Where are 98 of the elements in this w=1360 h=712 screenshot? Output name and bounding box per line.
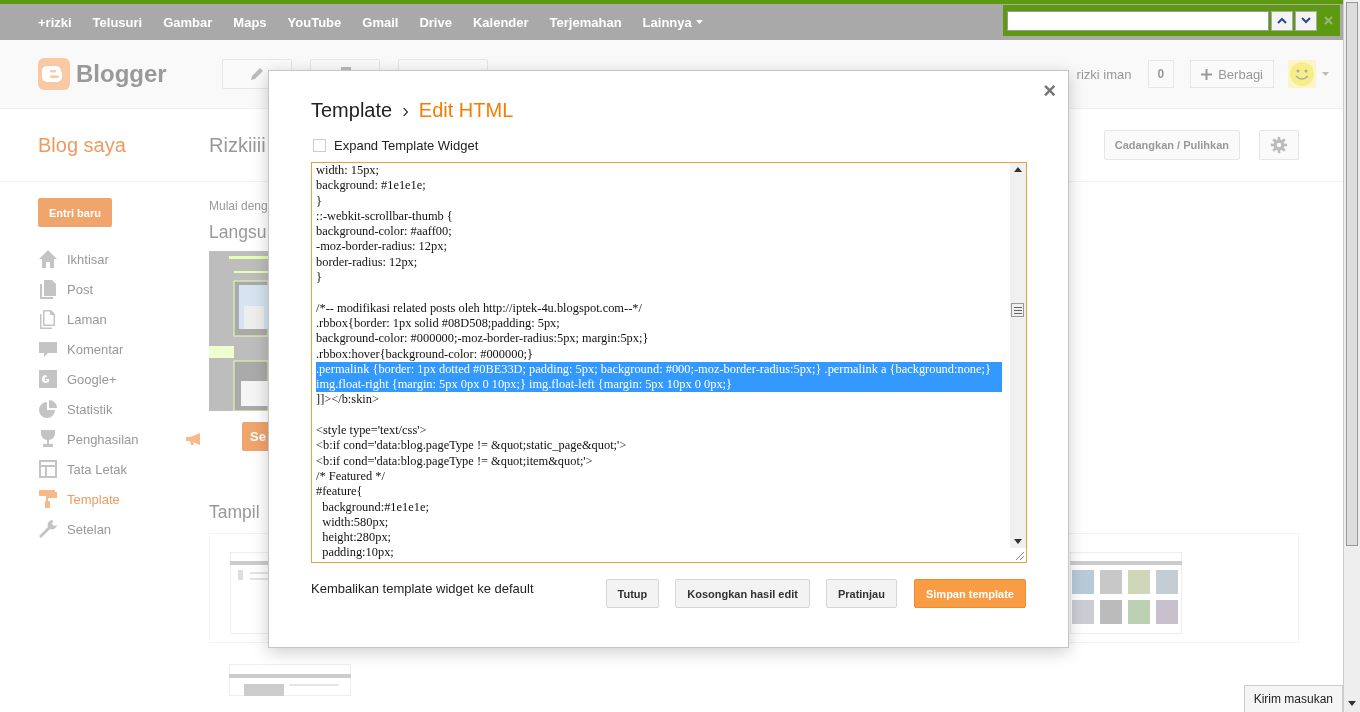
comment-icon — [38, 339, 58, 359]
blog-list-title[interactable]: Blog saya — [38, 133, 209, 157]
find-field[interactable] — [1007, 10, 1269, 31]
wrench-icon — [38, 519, 58, 539]
notification-count[interactable]: 0 — [1147, 60, 1175, 88]
close-icon[interactable] — [1324, 16, 1333, 25]
code-line: background-color: #000000;-moz-border-radius:5px; margin:5px;} — [316, 331, 650, 347]
arrow-up-icon[interactable] — [1014, 167, 1022, 172]
sidebar-item[interactable]: Statistik — [67, 401, 113, 417]
google-bar-link[interactable]: Kalender — [472, 14, 529, 30]
scrollbar[interactable] — [1010, 163, 1026, 548]
dialog-button[interactable]: Kosongkan hasil edit — [675, 579, 810, 608]
caret-icon[interactable] — [1322, 72, 1329, 76]
google-bar-link[interactable]: Gmail — [362, 14, 399, 30]
google-bar-link[interactable]: YouTube — [287, 14, 342, 30]
user-name[interactable]: rizki iman — [1076, 66, 1132, 82]
code-line: } — [316, 270, 323, 286]
code-line: background: #1e1e1e; — [316, 178, 427, 194]
sidebar-item[interactable]: Template — [67, 491, 120, 507]
save-button[interactable]: Simpan template — [913, 579, 1026, 608]
settings-button[interactable] — [1259, 130, 1299, 160]
layout-icon — [38, 459, 58, 479]
settings-icon — [1270, 135, 1288, 155]
sidebar-item[interactable]: Laman — [67, 311, 107, 327]
section-heading: Langsu — [209, 222, 267, 243]
google-bar-link[interactable]: +rizki — [38, 14, 72, 30]
breadcrumb-separator: › — [402, 99, 409, 122]
code-line: padding:10px; — [321, 545, 395, 561]
code-line: background:#1e1e1e; — [321, 499, 430, 515]
code-line: /* Featured */ — [316, 468, 386, 485]
code-line: width:580px; — [321, 514, 390, 531]
arrow-down-icon[interactable] — [1348, 701, 1356, 706]
google-bar-link[interactable]: Maps — [233, 14, 267, 30]
sidebar-item[interactable]: Setelan — [67, 521, 112, 537]
resize-grip-icon[interactable] — [1015, 551, 1024, 560]
section-heading: Tampil — [209, 502, 260, 523]
code-line: /*-- modifikasi related posts oleh http://iptek-4u.blogspot.com--*/ — [316, 300, 643, 316]
google-bar-link[interactable]: Terjemahan — [549, 14, 622, 30]
sidebar-item[interactable]: Google+ — [67, 371, 117, 387]
code-line: width: 15px; — [316, 163, 380, 179]
pie-chart-icon — [38, 399, 58, 419]
code-line: ]]></b:skin> — [316, 392, 380, 408]
smiley-avatar-icon[interactable] — [1288, 60, 1316, 88]
share-button[interactable]: Berbagi — [1190, 60, 1274, 88]
dialog-button[interactable]: Tutup — [605, 579, 660, 608]
more-menu[interactable]: Lainnya — [642, 14, 703, 30]
checkbox-label[interactable]: Expand Template Widget — [334, 138, 479, 153]
next-button[interactable] — [1295, 10, 1317, 31]
dialog-title: Edit HTML — [418, 99, 514, 122]
home-icon — [38, 249, 58, 269]
megaphone-icon — [185, 433, 202, 445]
chevron-up-icon — [1277, 17, 1287, 24]
reset-link[interactable]: Kembalikan template widget ke default — [311, 579, 534, 596]
page-icon — [38, 309, 58, 329]
previous-button[interactable] — [1271, 10, 1293, 31]
intro-text: Mulai deng — [209, 199, 268, 213]
google-bar-link[interactable]: Telusuri — [92, 14, 143, 30]
paint-roller-icon — [38, 489, 58, 509]
code-line: } — [316, 193, 323, 209]
scrollbar[interactable] — [1343, 0, 1360, 712]
backup-restore-button[interactable]: Cadangkan / Pulihkan — [1103, 130, 1240, 160]
sidebar-item[interactable]: Komentar — [67, 341, 124, 357]
code-line: height:280px; — [321, 530, 393, 546]
new-post-button[interactable]: Entri baru — [38, 198, 112, 227]
sidebar-item[interactable]: Tata Letak — [67, 461, 127, 477]
checkbox[interactable] — [313, 139, 326, 152]
google-bar-link[interactable]: Gambar — [163, 14, 213, 30]
code-line: -moz-border-radius: 12px; — [316, 239, 448, 255]
code-line: <b:if cond='data:blog.pageType != &quot;item&quot;'> — [316, 453, 594, 469]
code-line: .rbbox{border: 1px solid #08D508;padding: 5px; — [316, 315, 561, 332]
blogger-logo-text: Blogger — [76, 60, 167, 88]
blog-name: Rizkiiii — [209, 133, 266, 157]
feedback-button[interactable]: Kirim masukan — [1243, 685, 1343, 712]
scrollbar-thumb[interactable] — [1346, 2, 1358, 546]
trophy-icon — [38, 429, 58, 449]
code-editor[interactable] — [311, 162, 1027, 563]
code-line: #feature{ — [316, 484, 364, 500]
sidebar-item[interactable]: Ikhtisar — [67, 251, 109, 267]
sidebar-item[interactable]: Post — [67, 281, 93, 297]
code-line: <style type='text/css'> — [316, 423, 428, 439]
google-plus-icon — [38, 369, 58, 389]
google-bar-link[interactable]: Drive — [419, 14, 452, 30]
close-button[interactable]: × — [1043, 79, 1056, 103]
document-icon — [38, 279, 58, 299]
code-line: border-radius: 12px; — [316, 254, 419, 271]
plus-icon — [1201, 68, 1213, 80]
code-line: background-color: #aaff00; — [316, 224, 453, 240]
sidebar-item[interactable]: Penghasilan — [67, 431, 139, 447]
arrow-down-icon[interactable] — [1014, 539, 1022, 544]
chevron-down-icon — [1301, 17, 1311, 24]
blogger-logo-icon — [38, 58, 70, 90]
dialog-button[interactable]: Pratinjau — [825, 579, 897, 608]
code-line: ::-webkit-scrollbar-thumb { — [316, 208, 454, 225]
code-line: <b:if cond='data:blog.pageType != &quot;static_page&quot;'> — [316, 438, 628, 454]
breadcrumb-link[interactable]: Template — [311, 99, 393, 122]
caret-icon — [695, 20, 703, 24]
scrollbar-thumb[interactable] — [1011, 303, 1024, 317]
code-line: .rbbox:hover{background-color: #000000;} — [316, 346, 534, 362]
